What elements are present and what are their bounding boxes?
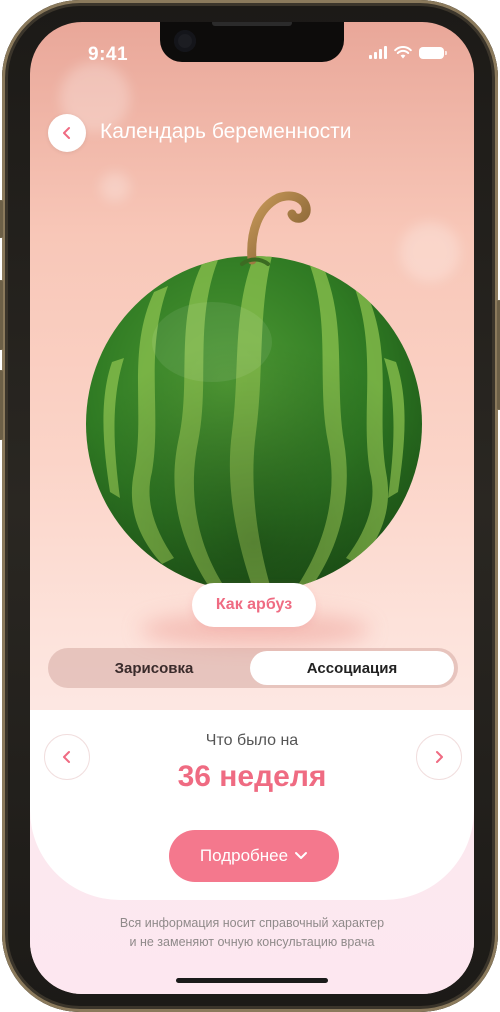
volume-up-button bbox=[0, 280, 3, 350]
volume-down-button bbox=[0, 370, 3, 440]
chevron-left-icon bbox=[63, 127, 70, 139]
chevron-down-icon bbox=[295, 852, 308, 859]
speaker-grille bbox=[212, 22, 292, 26]
app-screen: 9:41 Календарь беременности Как арбуз За… bbox=[30, 22, 474, 994]
status-time: 9:41 bbox=[88, 44, 129, 65]
tab-sketch[interactable]: Зарисовка bbox=[54, 651, 254, 685]
association-badge: Как арбуз bbox=[192, 583, 316, 627]
disclaimer-line-2: и не заменяют очную консультацию врача bbox=[129, 935, 375, 949]
week-title: 36 неделя bbox=[177, 760, 327, 793]
home-indicator[interactable] bbox=[176, 978, 328, 983]
disclaimer-line-1: Вся информация носит справочный характер bbox=[119, 916, 385, 930]
silent-switch bbox=[0, 200, 3, 238]
back-button[interactable] bbox=[48, 114, 86, 152]
status-icons bbox=[369, 46, 447, 59]
week-caption: Что было на bbox=[205, 732, 299, 749]
cellular-signal-icon bbox=[369, 46, 387, 59]
view-segmented-control: Зарисовка Ассоциация bbox=[48, 648, 458, 688]
notch bbox=[160, 22, 344, 62]
more-details-button[interactable]: Подробнее bbox=[169, 830, 339, 882]
watermelon-image bbox=[86, 191, 422, 592]
battery-icon bbox=[419, 47, 447, 59]
more-details-label: Подробнее bbox=[199, 846, 289, 865]
page-title: Календарь беременности bbox=[100, 120, 352, 143]
wifi-icon bbox=[394, 46, 412, 59]
phone-frame: 9:41 Календарь беременности Как арбуз За… bbox=[0, 0, 500, 1012]
disclaimer-text: Вся информация носит справочный характер… bbox=[30, 914, 474, 952]
front-camera bbox=[174, 30, 196, 52]
tab-association[interactable]: Ассоциация bbox=[250, 651, 454, 685]
